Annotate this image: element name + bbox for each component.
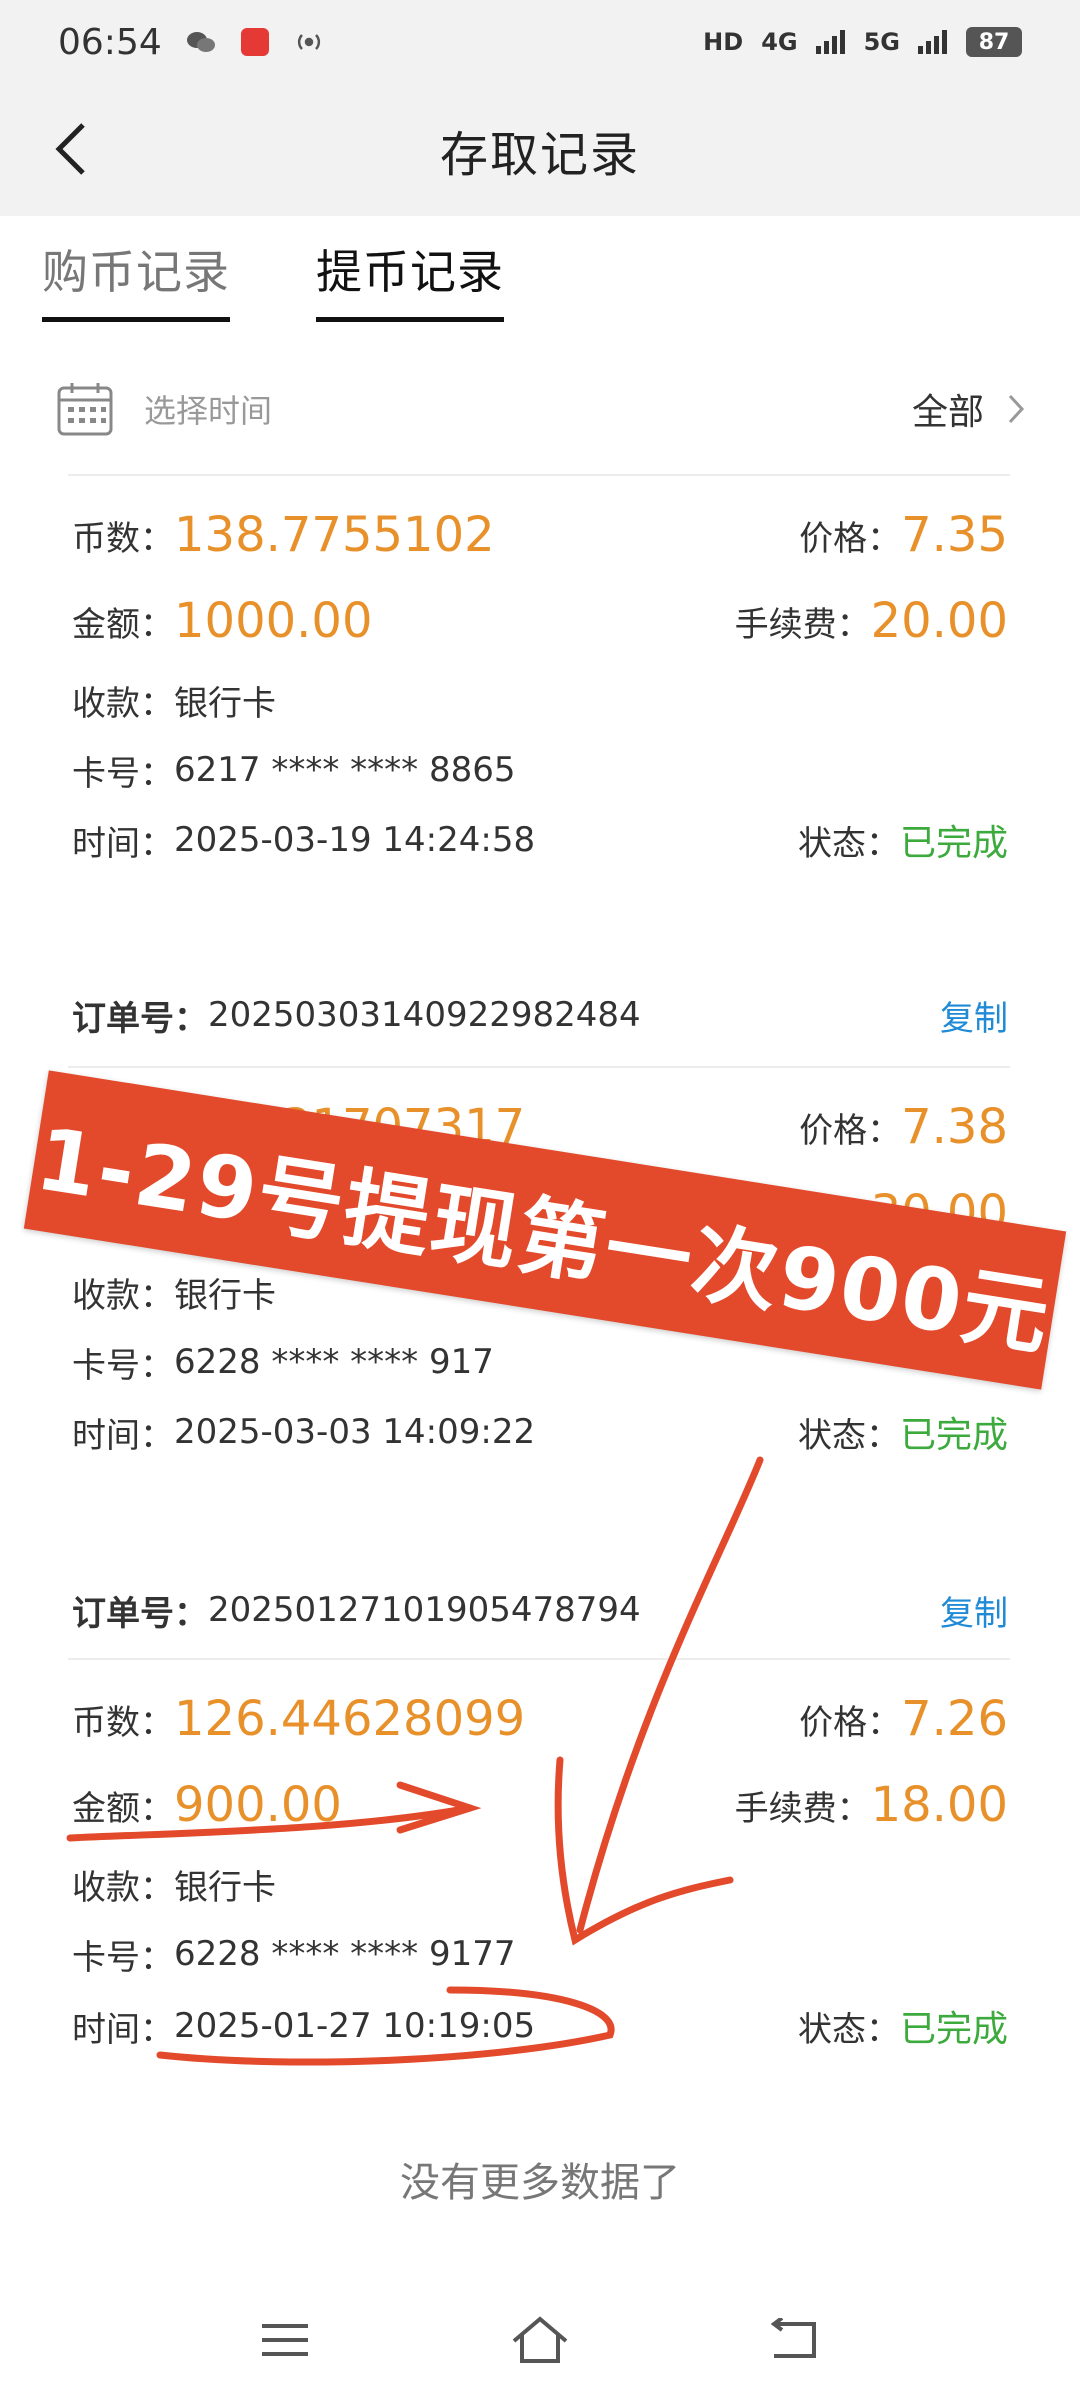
system-navigation-bar <box>0 2280 1080 2400</box>
record-1-coins-row: 币数： 138.7755102 价格： 7.35 <box>72 500 1008 570</box>
receive-value: 银行卡 <box>174 1867 276 1908</box>
app-notification-icon <box>240 27 270 57</box>
card-value: 6228 **** **** 9177 <box>174 1934 516 1974</box>
price-value: 7.35 <box>901 507 1008 563</box>
status-label: 状态： <box>797 2009 900 2050</box>
time-filter[interactable]: 选择时间 全部 <box>56 364 1026 454</box>
divider <box>68 474 1010 476</box>
receive-value: 银行卡 <box>174 1275 276 1316</box>
chevron-right-icon <box>1008 394 1025 424</box>
signal-4g: 4G <box>761 28 798 56</box>
card-label: 卡号： <box>72 1345 174 1386</box>
card-value: 6217 **** **** 8865 <box>174 750 516 790</box>
record-3-receive-row: 收款： 银行卡 <box>72 1854 1008 1914</box>
card-label: 卡号： <box>72 1937 174 1978</box>
divider <box>68 1066 1010 1068</box>
back-nav-icon[interactable] <box>770 2318 820 2362</box>
filter-all-selector[interactable]: 全部 <box>912 383 1026 435</box>
amount-value: 900.00 <box>174 1777 342 1833</box>
receive-label: 收款： <box>72 1275 174 1316</box>
record-3-coins-row: 币数： 126.44628099 价格： 7.26 <box>72 1684 1008 1754</box>
receive-label: 收款： <box>72 1867 174 1908</box>
tab-label: 购币记录 <box>42 245 230 299</box>
status-bar: 06:54 HD 4G 5G 87 <box>0 0 1080 84</box>
amount-label: 金额： <box>72 604 174 645</box>
menu-icon[interactable] <box>260 2320 310 2360</box>
fee-label: 手续费： <box>734 604 871 645</box>
price-value: 7.38 <box>901 1099 1008 1155</box>
coins-label: 币数： <box>72 518 174 559</box>
record-3-amount-row: 金额： 900.00 手续费： 18.00 <box>72 1770 1008 1840</box>
record-1-card-row: 卡号： 6217 **** **** 8865 <box>72 740 1008 800</box>
status-value: 已完成 <box>899 2009 1008 2050</box>
card-label: 卡号： <box>72 753 174 794</box>
tab-underline <box>316 317 504 322</box>
price-value: 7.26 <box>901 1691 1008 1747</box>
tab-withdraw-records[interactable]: 提币记录 <box>316 236 504 322</box>
filter-label: 选择时间 <box>144 392 273 430</box>
battery-indicator: 87 <box>966 27 1022 57</box>
amount-value: 1000.00 <box>174 593 373 649</box>
signal-5g: 5G <box>863 28 900 56</box>
record-2-time-row: 时间： 2025-03-03 14:09:22 状态： 已完成 <box>72 1402 1008 1462</box>
receive-label: 收款： <box>72 683 174 724</box>
hotspot-icon <box>294 27 324 57</box>
price-label: 价格： <box>799 518 902 559</box>
time-label: 时间： <box>72 2009 174 2050</box>
time-label: 时间： <box>72 1415 174 1456</box>
coins-label: 币数： <box>72 1702 174 1743</box>
coins-value: 126.44628099 <box>174 1691 526 1747</box>
no-more-data: 没有更多数据了 <box>400 2160 680 2206</box>
clock: 06:54 <box>58 21 162 63</box>
wechat-icon <box>186 27 216 57</box>
order-number: 20250303140922982484 <box>208 995 641 1035</box>
record-2-order-row: 订单号： 20250303140922982484 复制 <box>72 985 1008 1045</box>
time-value: 2025-03-03 14:09:22 <box>174 1412 536 1452</box>
coins-value: 138.7755102 <box>174 507 495 563</box>
status-value: 已完成 <box>899 823 1008 864</box>
tab-buy-records[interactable]: 购币记录 <box>42 236 230 322</box>
divider <box>68 1658 1010 1660</box>
signal-bars-icon <box>918 27 948 57</box>
time-value: 2025-03-19 14:24:58 <box>174 820 536 860</box>
price-label: 价格： <box>799 1702 902 1743</box>
receive-value: 银行卡 <box>174 683 276 724</box>
time-value: 2025-01-27 10:19:05 <box>174 2006 536 2046</box>
back-arrow-icon <box>55 123 85 175</box>
time-label: 时间： <box>72 823 174 864</box>
record-3-order-row: 订单号： 20250127101905478794 复制 <box>72 1580 1008 1640</box>
status-label: 状态： <box>797 823 900 864</box>
copy-button[interactable]: 复制 <box>940 991 1008 1040</box>
record-1-amount-row: 金额： 1000.00 手续费： 20.00 <box>72 586 1008 656</box>
price-label: 价格： <box>799 1110 902 1151</box>
order-label: 订单号： <box>72 1593 208 1634</box>
tab-underline <box>42 317 230 322</box>
status-label: 状态： <box>797 1415 900 1456</box>
fee-value: 18.00 <box>870 1777 1008 1833</box>
amount-label: 金额： <box>72 1788 174 1829</box>
record-1-time-row: 时间： 2025-03-19 14:24:58 状态： 已完成 <box>72 810 1008 870</box>
record-3-time-row: 时间： 2025-01-27 10:19:05 状态： 已完成 <box>72 1996 1008 2056</box>
record-3-card-row: 卡号： 6228 **** **** 9177 <box>72 1924 1008 1984</box>
order-number: 20250127101905478794 <box>208 1590 641 1630</box>
hd-indicator: HD <box>703 28 744 56</box>
fee-value: 20.00 <box>870 593 1008 649</box>
copy-button[interactable]: 复制 <box>940 1586 1008 1635</box>
tab-label: 提币记录 <box>316 245 504 299</box>
record-1-receive-row: 收款： 银行卡 <box>72 670 1008 730</box>
filter-value: 全部 <box>911 392 984 433</box>
top-navbar: 存取记录 <box>0 84 1080 216</box>
tab-bar: 购币记录 提币记录 <box>42 236 504 322</box>
fee-label: 手续费： <box>734 1788 871 1829</box>
order-label: 订单号： <box>72 998 208 1039</box>
calendar-icon <box>57 383 113 436</box>
status-value: 已完成 <box>899 1415 1008 1456</box>
card-value: 6228 **** **** 917 <box>174 1342 494 1382</box>
page-title: 存取记录 <box>439 127 640 183</box>
signal-bars-icon <box>815 27 846 57</box>
home-icon[interactable] <box>510 2315 570 2365</box>
back-button[interactable] <box>36 114 106 184</box>
